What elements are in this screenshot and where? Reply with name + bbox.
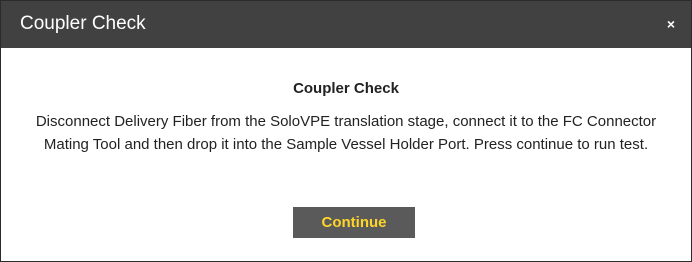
- coupler-check-dialog: Coupler Check × Coupler Check Disconnect…: [0, 0, 692, 262]
- dialog-message: Disconnect Delivery Fiber from the SoloV…: [35, 113, 657, 153]
- close-icon[interactable]: ×: [663, 16, 679, 32]
- dialog-titlebar: Coupler Check ×: [1, 1, 691, 48]
- dialog-heading: Coupler Check: [293, 80, 399, 97]
- continue-button[interactable]: Continue: [293, 207, 415, 238]
- dialog-title: Coupler Check: [20, 13, 146, 34]
- dialog-body: Coupler Check Disconnect Delivery Fiber …: [1, 48, 691, 261]
